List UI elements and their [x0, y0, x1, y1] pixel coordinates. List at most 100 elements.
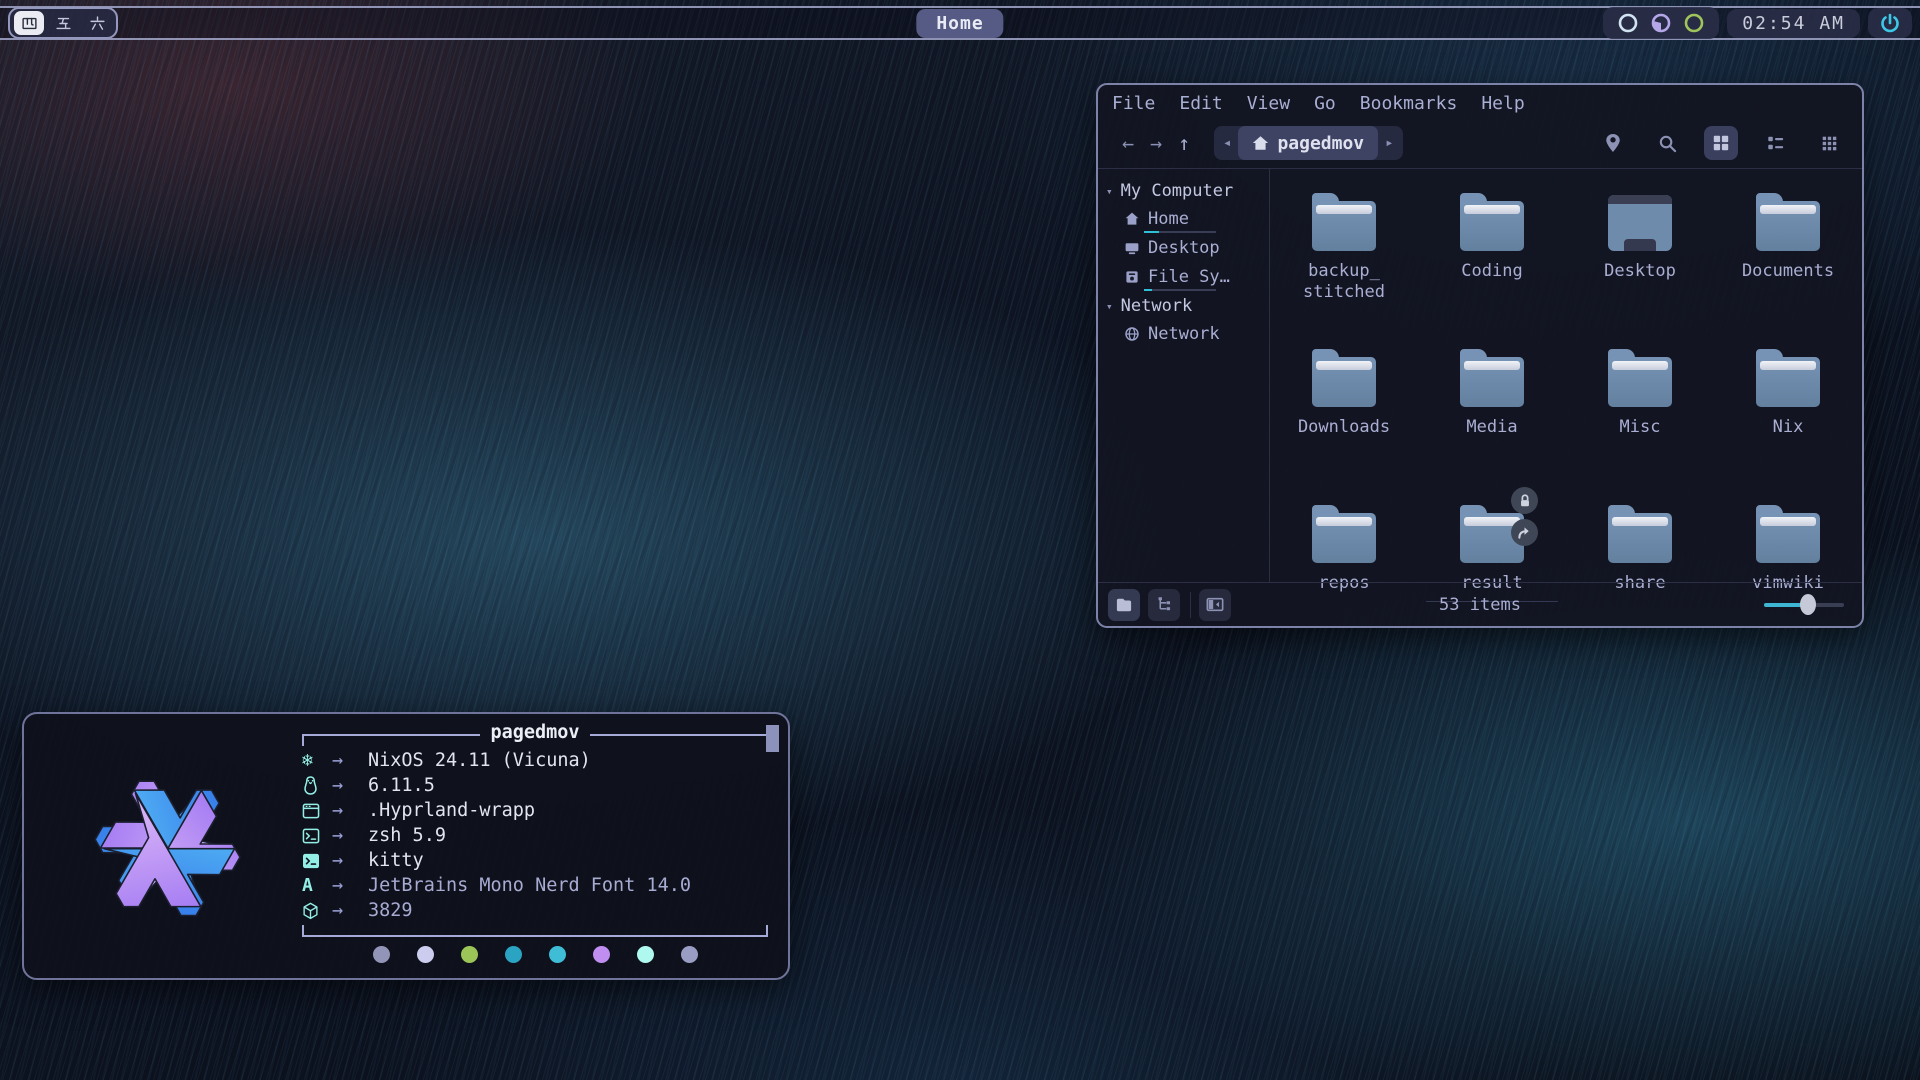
sidebar-section-network[interactable]: ▾ Network [1098, 292, 1269, 320]
toggle-sidepane-button[interactable] [1199, 589, 1231, 621]
path-bar: ◂ pagedmov ▸ [1214, 126, 1403, 160]
desktop-icon [1608, 195, 1672, 251]
workspace-4-button[interactable]: 四 [14, 11, 44, 35]
file-item-downloads[interactable]: Downloads [1270, 343, 1418, 499]
folder-icon [1608, 357, 1672, 407]
file-item-desktop[interactable]: Desktop [1566, 187, 1714, 343]
folder-icon [1756, 201, 1820, 251]
globe-icon [1124, 326, 1140, 342]
compact-view-icon [1821, 135, 1838, 152]
terminal-color-palette [302, 946, 768, 963]
path-segment-home[interactable]: pagedmov [1238, 126, 1378, 160]
folder-icon [1312, 357, 1376, 407]
menu-go[interactable]: Go [1314, 93, 1336, 114]
system-indicators[interactable] [1603, 7, 1719, 39]
home-icon [1124, 211, 1140, 227]
up-button[interactable]: ↑ [1170, 131, 1198, 155]
clock: 02:54 AM [1727, 9, 1860, 38]
menu-bookmarks[interactable]: Bookmarks [1360, 93, 1458, 114]
path-scroll-left-icon[interactable]: ◂ [1216, 135, 1238, 151]
selection-underline [1144, 289, 1216, 291]
drive-icon [1124, 269, 1140, 285]
home-icon [1252, 135, 1269, 151]
location-button[interactable] [1596, 126, 1630, 160]
window-icon [302, 803, 332, 819]
icon-zoom-slider[interactable] [1764, 595, 1844, 615]
file-item-misc[interactable]: Misc [1566, 343, 1714, 499]
file-item-repos[interactable]: repos [1270, 499, 1418, 655]
menu-file[interactable]: File [1112, 93, 1155, 114]
sidebar-item-desktop[interactable]: Desktop [1098, 234, 1269, 263]
file-item-backup-stitched[interactable]: backup_stitched [1270, 187, 1418, 343]
search-icon [1658, 134, 1677, 153]
fm-sidebar: ▾ My Computer Home Desktop [1098, 169, 1270, 582]
terminal-window[interactable]: pagedmov ❄ → NixOS 24.11 (Vicuna) → 6.11… [22, 712, 790, 980]
nix-snowflake-logo-icon [64, 744, 272, 952]
disk-gauge-icon [1650, 12, 1672, 34]
menu-view[interactable]: View [1247, 93, 1290, 114]
back-button[interactable]: ← [1114, 131, 1142, 155]
arrow-icon: → [332, 775, 368, 796]
arrow-icon: → [332, 750, 368, 771]
lock-emblem-icon [1511, 487, 1538, 514]
file-item-nix[interactable]: Nix [1714, 343, 1862, 499]
sidebar-item-network[interactable]: Network [1098, 320, 1269, 349]
symlink-emblem-icon [1511, 519, 1538, 546]
fetch-top-bracket: pagedmov [302, 734, 768, 746]
list-view-button[interactable] [1758, 126, 1792, 160]
focused-window-title: Home [916, 9, 1003, 38]
fetch-row-wm: → .Hyprland-wrapp [302, 798, 768, 823]
arrow-icon: → [332, 875, 368, 896]
workspace-6-button[interactable]: 六 [82, 11, 112, 35]
file-item-result[interactable]: result [1418, 499, 1566, 655]
places-folder-icon [1115, 597, 1133, 613]
fetch-row-os: ❄ → NixOS 24.11 (Vicuna) [302, 748, 768, 773]
grid-view-icon [1712, 134, 1730, 152]
palette-dot [417, 946, 434, 963]
show-places-button[interactable] [1108, 589, 1140, 621]
hanzi-five-icon [55, 15, 72, 32]
search-button[interactable] [1650, 126, 1684, 160]
fetch-row-terminal: → kitty [302, 848, 768, 873]
slider-knob[interactable] [1800, 594, 1816, 615]
menu-edit[interactable]: Edit [1179, 93, 1222, 114]
folder-icon [1608, 513, 1672, 563]
sidebar-item-filesystem[interactable]: File Sy… [1098, 263, 1269, 292]
fetch-bottom-bracket [302, 925, 768, 937]
fm-menubar: File Edit View Go Bookmarks Help [1098, 85, 1862, 118]
forward-button[interactable]: → [1142, 131, 1170, 155]
terminal-icon [302, 853, 332, 869]
fm-statusbar: 53 items [1098, 582, 1862, 626]
file-item-coding[interactable]: Coding [1418, 187, 1566, 343]
file-item-media[interactable]: Media [1418, 343, 1566, 499]
folder-icon [1460, 201, 1524, 251]
palette-dot [637, 946, 654, 963]
fastfetch-output: pagedmov ❄ → NixOS 24.11 (Vicuna) → 6.11… [302, 728, 768, 968]
file-item-vimwiki[interactable]: vimwiki [1714, 499, 1862, 655]
fetch-row-kernel: → 6.11.5 [302, 773, 768, 798]
palette-dot [593, 946, 610, 963]
menu-help[interactable]: Help [1481, 93, 1524, 114]
palette-dot [505, 946, 522, 963]
nixos-logo [62, 728, 274, 968]
power-button[interactable] [1868, 8, 1912, 38]
file-item-documents[interactable]: Documents [1714, 187, 1862, 343]
folder-icon [1460, 357, 1524, 407]
compact-view-button[interactable] [1812, 126, 1846, 160]
sidebar-item-home[interactable]: Home [1098, 205, 1269, 234]
sidebar-section-my-computer[interactable]: ▾ My Computer [1098, 177, 1269, 205]
file-manager-window: File Edit View Go Bookmarks Help ← → ↑ ◂… [1096, 83, 1864, 628]
path-scroll-right-icon[interactable]: ▸ [1378, 135, 1400, 151]
icon-view-button[interactable] [1704, 126, 1738, 160]
memory-gauge-icon [1683, 12, 1705, 34]
show-tree-button[interactable] [1148, 589, 1180, 621]
pin-icon [1604, 133, 1622, 153]
shell-icon [302, 828, 332, 844]
list-view-icon [1766, 134, 1785, 152]
file-grid: backup_stitched Coding Desktop Documents… [1270, 169, 1862, 582]
hanzi-four-icon [21, 15, 38, 32]
file-item-share[interactable]: share [1566, 499, 1714, 655]
cpu-gauge-icon [1617, 12, 1639, 34]
workspace-5-button[interactable]: 五 [48, 11, 78, 35]
selection-underline [1144, 231, 1216, 233]
